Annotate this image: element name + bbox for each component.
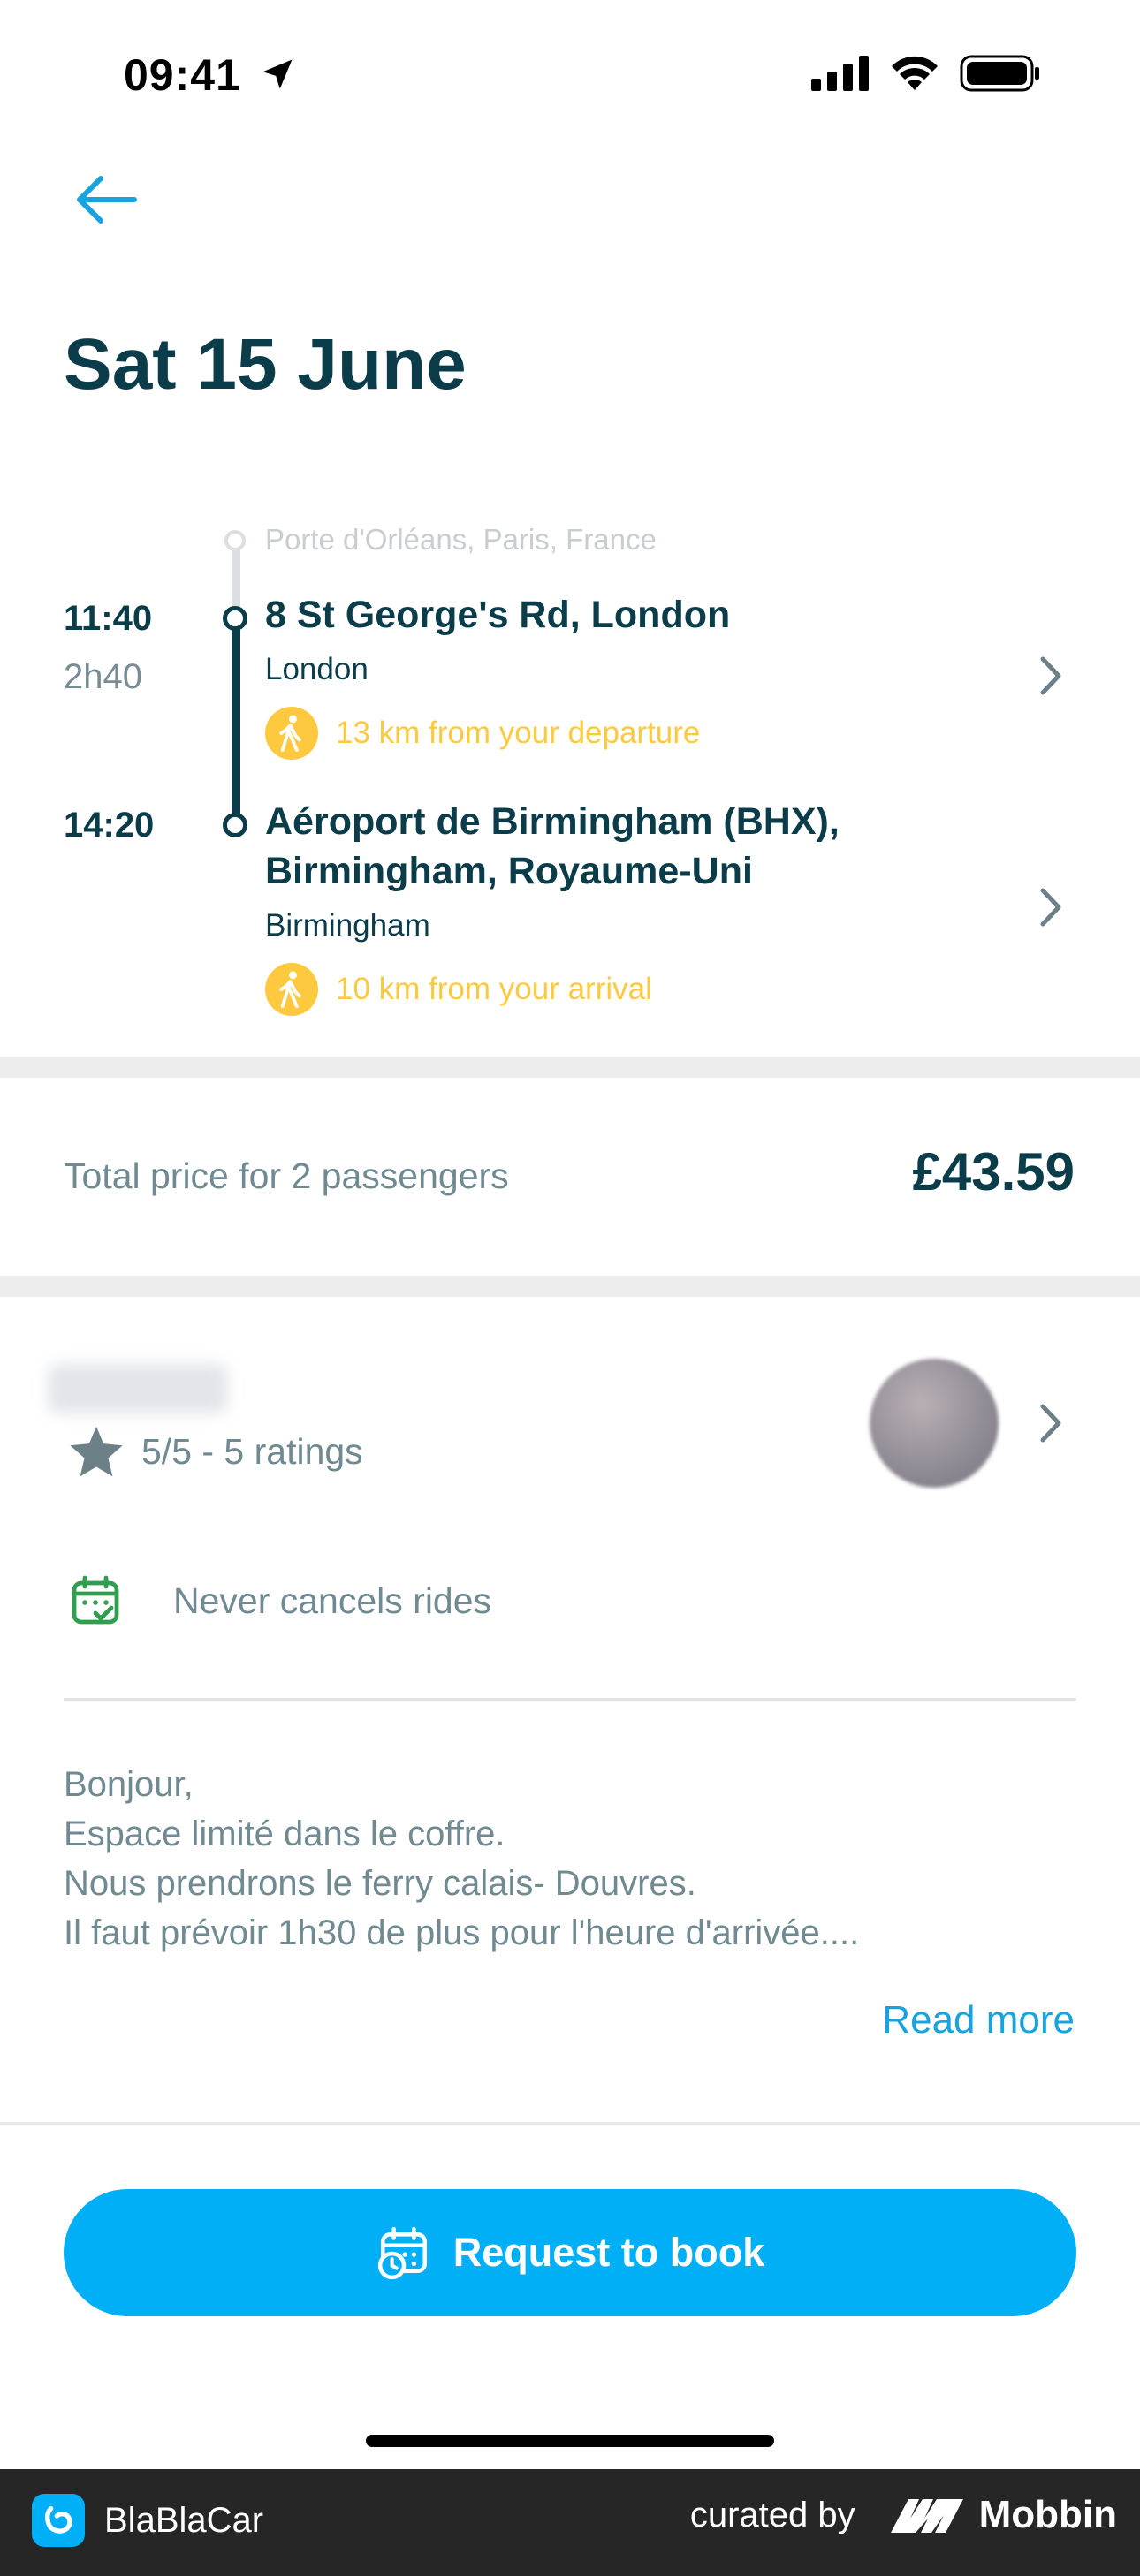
description-line: Espace limité dans le coffre. [64,1815,505,1853]
star-icon [70,1426,123,1477]
trip-duration: 2h40 [64,657,142,696]
location-arrow-icon [262,59,293,89]
mobbin-logo-icon [890,2499,963,2533]
footer-credit: curated by Mobbin [690,2493,1117,2537]
page-title: Sat 15 June [64,324,467,405]
driver-chevron-right-icon[interactable] [1037,1403,1064,1443]
departure-city: London [265,652,369,686]
never-cancels-text: Never cancels rides [173,1580,492,1621]
walking-person-icon [265,963,318,1016]
arrival-time: 14:20 [64,806,155,845]
departure-address: 8 St George's Rd, London [265,594,731,636]
mobbin-brand-name: Mobbin [978,2493,1117,2536]
read-more-link[interactable]: Read more [882,1998,1075,2042]
section-separator [0,1276,1140,1297]
departure-walk-distance: 13 km from your departure [336,716,701,750]
wifi-icon [892,56,938,90]
arrival-walk-distance: 10 km from your arrival [336,972,652,1006]
never-cancels-row: Never cancels rides [69,1574,491,1627]
departure-chevron-right-icon[interactable] [1037,655,1064,696]
arrival-stop[interactable]: Aéroport de Birmingham (BHX), Birmingham… [265,797,990,1016]
description-line: Bonjour, [64,1765,194,1804]
description-line: Il faut prévoir 1h30 de plus pour l'heur… [64,1913,860,1952]
footer-app-name: BlaBlaCar [104,2500,264,2540]
departure-dot [223,606,247,631]
description-line: Nous prendrons le ferry calais- Douvres. [64,1864,696,1903]
arrival-chevron-right-icon[interactable] [1037,887,1064,928]
avatar[interactable] [870,1359,999,1488]
price-label: Total price for 2 passengers [64,1155,509,1196]
origin-dot [224,530,246,551]
signal-icon [811,56,869,91]
departure-walk-info: 13 km from your departure [265,707,990,760]
arrival-walk-info: 10 km from your arrival [265,963,990,1016]
status-icons [811,55,1041,92]
departure-stop[interactable]: 8 St George's Rd, London London 13 km fr… [265,590,990,760]
back-arrow-icon[interactable] [71,173,141,226]
departure-time: 11:40 [64,599,153,638]
rating-text: 5/5 - 5 ratings [141,1430,363,1472]
calendar-clock-icon [377,2226,427,2280]
arrival-address-line2: Birmingham, Royaume-Uni [265,850,753,892]
arrival-city: Birmingham [265,908,430,943]
request-to-book-button[interactable]: Request to book [64,2189,1076,2316]
arrival-address-line1: Aéroport de Birmingham (BHX), [265,800,840,843]
blablacar-logo-icon [32,2494,85,2547]
curated-by-text: curated by [689,2495,855,2534]
timeline-segment [232,618,240,822]
home-indicator[interactable] [366,2435,774,2447]
divider [64,1698,1076,1701]
arrival-dot [223,813,247,837]
origin-hint: Porte d'Orléans, Paris, France [265,523,657,556]
footer-app: BlaBlaCar [32,2494,263,2547]
walking-person-icon [265,707,318,760]
price-value: £43.59 [912,1142,1075,1201]
calendar-check-icon [72,1575,119,1625]
driver-name-redacted[interactable] [48,1364,228,1413]
request-to-book-label: Request to book [452,2230,765,2275]
battery-icon [960,55,1039,92]
mobbin-brand: Mobbin [889,2493,1117,2537]
divider [0,2122,1140,2125]
section-separator [0,1057,1140,1078]
driver-rating: 5/5 - 5 ratings [67,1424,363,1479]
ride-description: Bonjour, Espace limité dans le coffre. N… [64,1760,1080,1958]
status-time: 09:41 [124,50,241,100]
